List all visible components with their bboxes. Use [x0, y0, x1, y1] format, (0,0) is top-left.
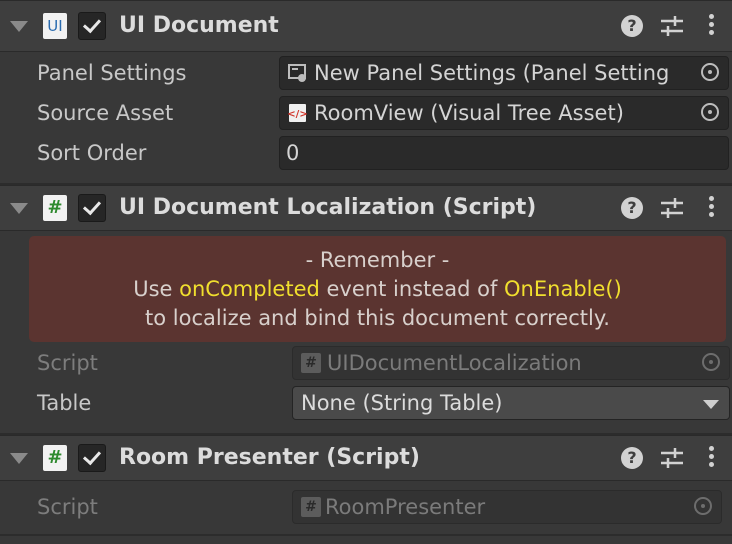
script-value: RoomPresenter — [325, 495, 486, 519]
ui-document-enabled-checkbox[interactable] — [78, 12, 106, 40]
object-picker-icon[interactable] — [694, 57, 728, 89]
script-label: Script — [37, 351, 98, 375]
table-label: Table — [37, 391, 92, 415]
foldout-arrow-icon[interactable] — [10, 203, 28, 214]
help-icon[interactable]: ? — [621, 197, 643, 219]
help-line-2: Use onCompleted event instead of OnEnabl… — [29, 275, 726, 304]
localization-header[interactable]: # UI Document Localization (Script) ? — [0, 185, 732, 231]
source-asset-label: Source Asset — [37, 101, 174, 125]
sort-order-label: Sort Order — [37, 141, 147, 165]
component-title: Room Presenter (Script) — [119, 445, 420, 470]
svg-text:</>: </> — [288, 109, 308, 120]
script-label: Script — [37, 495, 98, 519]
section-divider — [0, 534, 732, 536]
object-picker-icon — [687, 491, 721, 523]
room-presenter-header[interactable]: # Room Presenter (Script) ? — [0, 435, 732, 481]
help-icon[interactable]: ? — [621, 447, 643, 469]
help-heading: - Remember - — [305, 248, 450, 272]
foldout-arrow-icon[interactable] — [10, 453, 28, 464]
presets-icon[interactable] — [660, 15, 684, 37]
panel-settings-label: Panel Settings — [37, 61, 187, 85]
help-line-3: to localize and bind this document corre… — [145, 306, 610, 330]
component-title: UI Document — [119, 13, 279, 38]
ui-document-header[interactable]: UI UI Document ? — [0, 0, 732, 52]
object-picker-icon — [695, 347, 729, 379]
foldout-arrow-icon[interactable] — [10, 21, 28, 32]
context-menu-icon[interactable] — [706, 14, 716, 38]
source-asset-field[interactable]: </> RoomView (Visual Tree Asset) — [279, 96, 729, 130]
highlight-oncompleted: onCompleted — [179, 277, 320, 301]
source-asset-value: RoomView (Visual Tree Asset) — [314, 101, 624, 125]
script-value: UIDocumentLocalization — [327, 351, 582, 375]
script-icon: # — [43, 195, 67, 221]
presets-icon[interactable] — [660, 447, 684, 469]
panel-settings-field[interactable]: New Panel Settings (Panel Setting — [279, 56, 729, 90]
sort-order-field[interactable]: 0 — [279, 136, 729, 170]
script-icon: # — [43, 445, 67, 471]
script-field: # UIDocumentLocalization — [292, 346, 730, 380]
table-dropdown[interactable]: None (String Table) — [292, 386, 730, 420]
script-file-icon: # — [301, 353, 321, 373]
context-menu-icon[interactable] — [706, 446, 716, 470]
room-presenter-enabled-checkbox[interactable] — [78, 444, 106, 472]
context-menu-icon[interactable] — [706, 196, 716, 220]
presets-icon[interactable] — [660, 197, 684, 219]
panel-settings-value: New Panel Settings (Panel Setting — [314, 61, 670, 85]
ui-document-icon: UI — [43, 13, 67, 39]
highlight-onenable: OnEnable() — [504, 277, 622, 301]
help-text: Use — [133, 277, 180, 301]
table-value: None (String Table) — [301, 391, 503, 415]
script-file-icon: # — [301, 497, 321, 517]
script-field: # RoomPresenter — [292, 490, 722, 524]
remember-help-box: - Remember - Use onCompleted event inste… — [29, 236, 726, 342]
help-text: event instead of — [319, 277, 505, 301]
chevron-down-icon — [703, 400, 719, 409]
object-picker-icon[interactable] — [694, 97, 728, 129]
help-icon[interactable]: ? — [621, 15, 643, 37]
panel-settings-asset-icon — [288, 63, 308, 83]
uxml-asset-icon: </> — [287, 103, 308, 123]
localization-enabled-checkbox[interactable] — [78, 194, 106, 222]
sort-order-value: 0 — [286, 141, 300, 165]
component-title: UI Document Localization (Script) — [119, 195, 537, 220]
